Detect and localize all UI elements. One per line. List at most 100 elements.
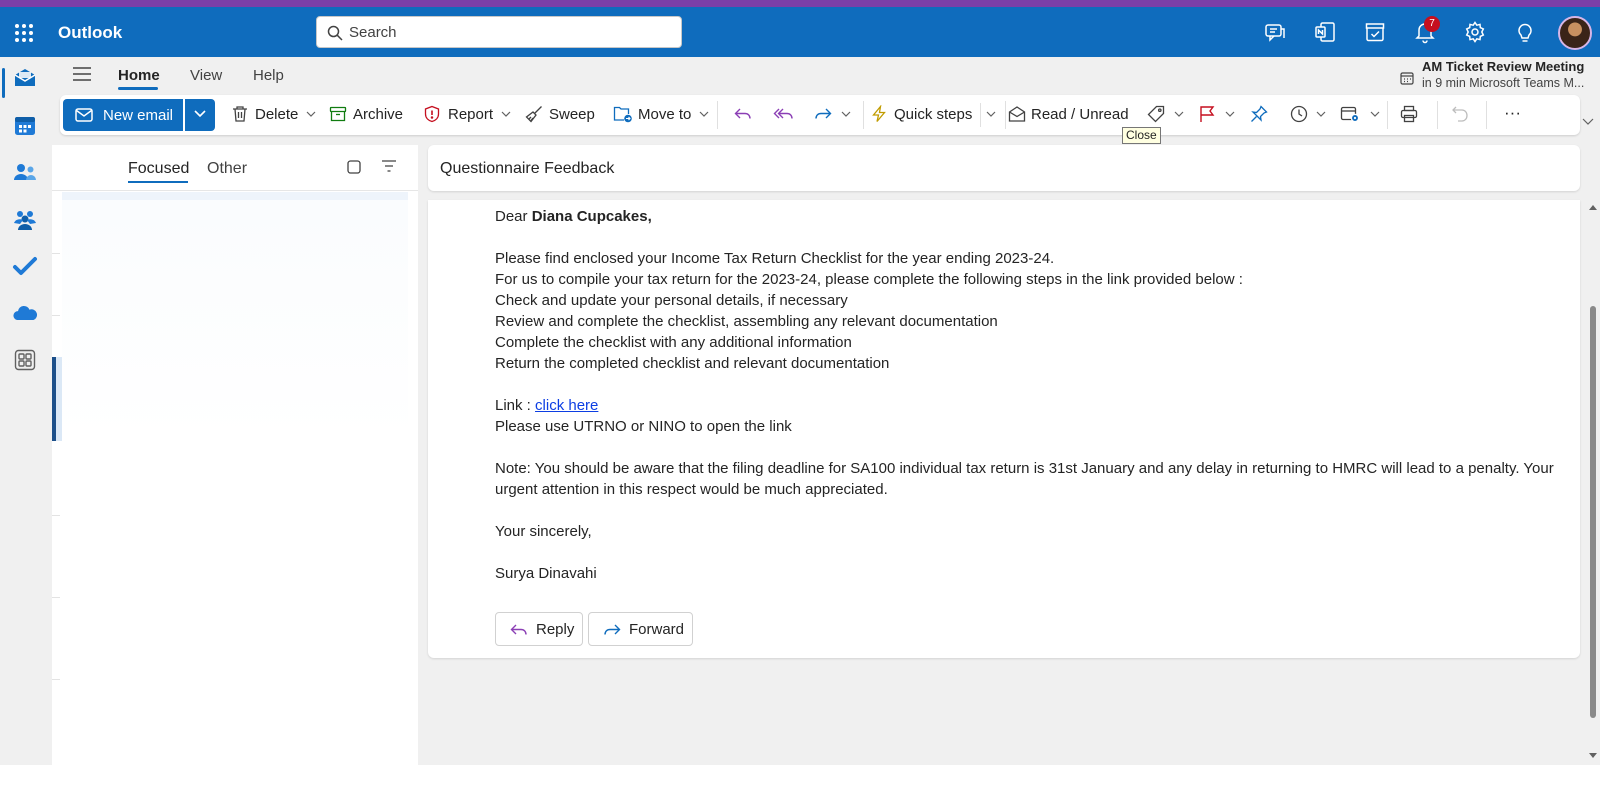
delete-button[interactable]: Delete [231, 103, 316, 127]
categorize-button[interactable] [1147, 103, 1187, 127]
move-to-label: Move to [638, 106, 692, 123]
click-here-link[interactable]: click here [535, 397, 598, 414]
tab-home[interactable]: Home [118, 67, 160, 84]
apps-icon[interactable] [12, 347, 38, 373]
new-email-button[interactable]: New email [63, 99, 183, 131]
scrollbar-thumb[interactable] [1590, 306, 1596, 718]
reply-all-button[interactable] [773, 103, 795, 127]
mail-icon[interactable] [12, 65, 38, 91]
undo-icon [1451, 105, 1469, 123]
reply-all-icon [773, 105, 795, 123]
reply-button[interactable]: Reply [495, 612, 583, 646]
chevron-down-icon [1316, 111, 1326, 117]
my-day-icon[interactable] [1363, 20, 1387, 44]
list-loading-band [62, 192, 408, 200]
report-label: Report [448, 106, 494, 123]
meeting-subtitle: in 9 min Microsoft Teams M... [1422, 76, 1585, 90]
reply-icon [509, 621, 529, 639]
chevron-down-icon [986, 111, 996, 117]
pin-icon [1250, 105, 1268, 123]
search-input[interactable] [349, 21, 669, 43]
message-text: Dear Diana Cupcakes, Please find enclose… [495, 206, 1555, 584]
tooltip: Close [1122, 127, 1161, 144]
bottom-strip [0, 765, 1600, 795]
gear-icon[interactable] [1463, 20, 1487, 44]
forward-button[interactable]: Forward [588, 612, 693, 646]
recipient-name: Diana Cupcakes, [531, 208, 652, 225]
reading-pane-scrollbar[interactable] [1586, 200, 1600, 765]
greeting-prefix: Dear [495, 208, 532, 225]
more-options-icon: ··· [1504, 103, 1521, 122]
message-body: Dear Diana Cupcakes, Please find enclose… [428, 200, 1580, 658]
ribbon-divider [1387, 101, 1388, 129]
print-button[interactable] [1400, 103, 1422, 127]
scroll-up-icon [1589, 205, 1597, 210]
read-unread-button[interactable]: Read / Unread [1008, 103, 1136, 127]
greeting-line: Dear Diana Cupcakes, [495, 206, 1555, 227]
new-email-label: New email [103, 107, 174, 124]
app-title[interactable]: Outlook [58, 23, 122, 43]
rail-selection-indicator [2, 68, 5, 98]
tag-icon [1147, 105, 1165, 123]
select-mode-icon[interactable] [346, 159, 362, 175]
message-list: Focused Other [52, 145, 418, 765]
reading-pane-header: Questionnaire Feedback [428, 145, 1580, 191]
mail-compose-icon [75, 107, 93, 123]
forward-icon [602, 621, 622, 639]
tab-other[interactable]: Other [207, 160, 247, 178]
sweep-button[interactable]: Sweep [525, 103, 595, 127]
pin-button[interactable] [1250, 103, 1272, 127]
list-loading-placeholder [62, 200, 408, 440]
lightbulb-icon[interactable] [1513, 20, 1537, 44]
chevron-down-icon [699, 111, 709, 117]
search-box[interactable] [316, 16, 682, 48]
forward-button-ribbon[interactable] [813, 103, 853, 127]
onedrive-icon[interactable] [12, 301, 38, 327]
archive-button[interactable]: Archive [329, 103, 404, 127]
hamburger-menu-icon[interactable] [72, 66, 92, 82]
notification-badge: 7 [1424, 16, 1440, 32]
flag-icon [1198, 105, 1216, 123]
archive-label: Archive [353, 106, 404, 123]
filter-icon[interactable] [381, 159, 397, 173]
ribbon-expand-chevron-icon[interactable] [1582, 118, 1594, 126]
more-options-button[interactable]: ··· [1504, 103, 1526, 127]
chevron-down-icon [306, 111, 316, 117]
tab-focused[interactable]: Focused [128, 160, 189, 178]
top-bar: Outlook 7 [0, 0, 1600, 57]
report-button[interactable]: Report [423, 103, 511, 127]
teams-chat-icon[interactable] [1263, 20, 1287, 44]
move-to-button[interactable]: Move to [613, 103, 709, 127]
avatar[interactable] [1558, 16, 1592, 50]
todo-icon[interactable] [12, 254, 38, 280]
new-email-dropdown[interactable] [185, 99, 215, 131]
onenote-icon[interactable] [1313, 20, 1337, 44]
chevron-down-icon [1174, 111, 1184, 117]
link-note: Please use UTRNO or NINO to open the lin… [495, 418, 792, 435]
tab-view[interactable]: View [190, 67, 222, 84]
quick-steps-dropdown[interactable] [980, 103, 1000, 127]
rules-button[interactable] [1340, 103, 1382, 127]
snooze-button[interactable] [1290, 103, 1330, 127]
reply-button-ribbon[interactable] [733, 103, 755, 127]
closing-line: Your sincerely, [495, 523, 592, 540]
undo-button[interactable] [1451, 103, 1473, 127]
app-launcher-icon[interactable] [12, 21, 36, 45]
reply-icon [733, 105, 753, 123]
quick-steps-button[interactable]: Quick steps [870, 103, 982, 127]
folder-move-icon [613, 105, 633, 123]
body-line: Complete the checklist with any addition… [495, 334, 852, 351]
lightning-icon [870, 105, 888, 123]
focused-underline [128, 181, 188, 183]
envelope-open-icon [1008, 105, 1026, 123]
selected-row-indicator [52, 357, 56, 441]
body-line: Check and update your personal details, … [495, 292, 848, 309]
flag-button[interactable] [1198, 103, 1238, 127]
tab-help[interactable]: Help [253, 67, 284, 84]
ribbon-divider [1437, 101, 1438, 129]
ribbon-divider [717, 101, 718, 129]
calendar-icon[interactable] [12, 113, 38, 139]
message-list-header: Focused Other [52, 145, 418, 191]
groups-icon[interactable] [12, 207, 38, 233]
people-icon[interactable] [12, 160, 38, 186]
